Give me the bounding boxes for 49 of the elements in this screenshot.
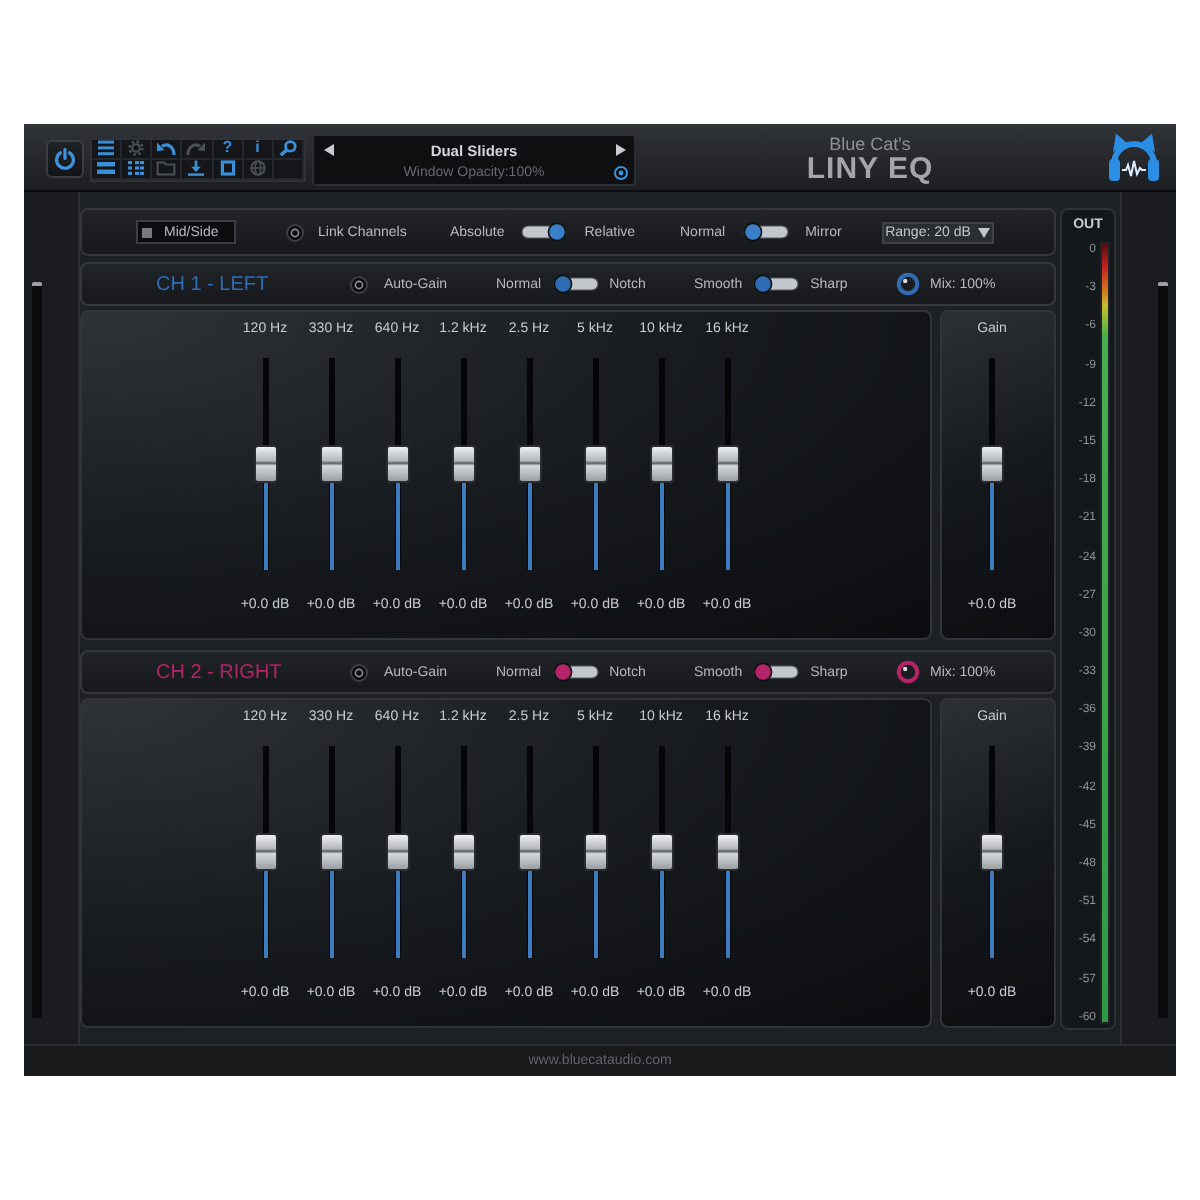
bars-icon[interactable] <box>96 160 117 176</box>
slider-thumb[interactable] <box>980 833 1004 871</box>
slider-thumb[interactable] <box>649 833 673 871</box>
slider-thumb[interactable] <box>649 445 673 483</box>
menu-icon[interactable] <box>96 140 117 156</box>
slider-thumb[interactable] <box>253 445 277 483</box>
magnifier-icon[interactable] <box>277 140 298 156</box>
slider-thumb[interactable] <box>715 445 739 483</box>
slider-thumb[interactable] <box>451 445 475 483</box>
toolbar-glyph[interactable]: ? <box>222 140 233 156</box>
channel-title: CH 1 - LEFT <box>156 273 269 295</box>
dot-grid-icon[interactable] <box>126 160 147 176</box>
slider-thumb[interactable] <box>517 833 541 871</box>
power-button[interactable] <box>46 140 84 178</box>
slider-thumb[interactable] <box>319 833 343 871</box>
brand-maker: Blue Cat's <box>829 134 911 154</box>
mix-knob[interactable] <box>896 660 920 684</box>
toggle-switch[interactable] <box>520 222 569 242</box>
download-icon[interactable] <box>186 160 207 176</box>
toggle-switch[interactable] <box>752 274 801 294</box>
toggle-switch[interactable] <box>752 662 801 682</box>
channel-title: CH 2 - RIGHT <box>156 661 282 683</box>
slider-thumb[interactable] <box>517 445 541 483</box>
toggle-switch[interactable] <box>551 274 600 294</box>
slider-thumb[interactable] <box>253 833 277 871</box>
slider-thumb[interactable] <box>583 833 607 871</box>
undo-icon[interactable] <box>156 140 177 156</box>
radio-button[interactable] <box>350 663 368 681</box>
slider-thumb[interactable] <box>715 833 739 871</box>
radio-button[interactable] <box>286 223 304 241</box>
toggle-switch[interactable] <box>741 222 790 242</box>
right-triangle-icon[interactable] <box>615 144 625 156</box>
slider-thumb[interactable] <box>385 833 409 871</box>
toolbar-glyph[interactable]: i <box>255 140 260 156</box>
left-triangle-icon[interactable] <box>323 144 333 156</box>
radio-button[interactable] <box>350 275 368 293</box>
mix-knob[interactable] <box>896 272 920 296</box>
cat-headphones-logo <box>1106 132 1162 186</box>
product-name: LINY EQ <box>806 154 934 184</box>
caret-icon <box>978 227 991 237</box>
slider-thumb[interactable] <box>980 445 1004 483</box>
slider-thumb[interactable] <box>451 833 475 871</box>
slider-thumb[interactable] <box>583 445 607 483</box>
slider-thumb[interactable] <box>319 445 343 483</box>
ring-icon[interactable] <box>613 166 627 180</box>
toggle-switch[interactable] <box>551 662 600 682</box>
slider-thumb[interactable] <box>385 445 409 483</box>
square-icon[interactable] <box>217 160 238 176</box>
power-icon <box>54 148 76 170</box>
